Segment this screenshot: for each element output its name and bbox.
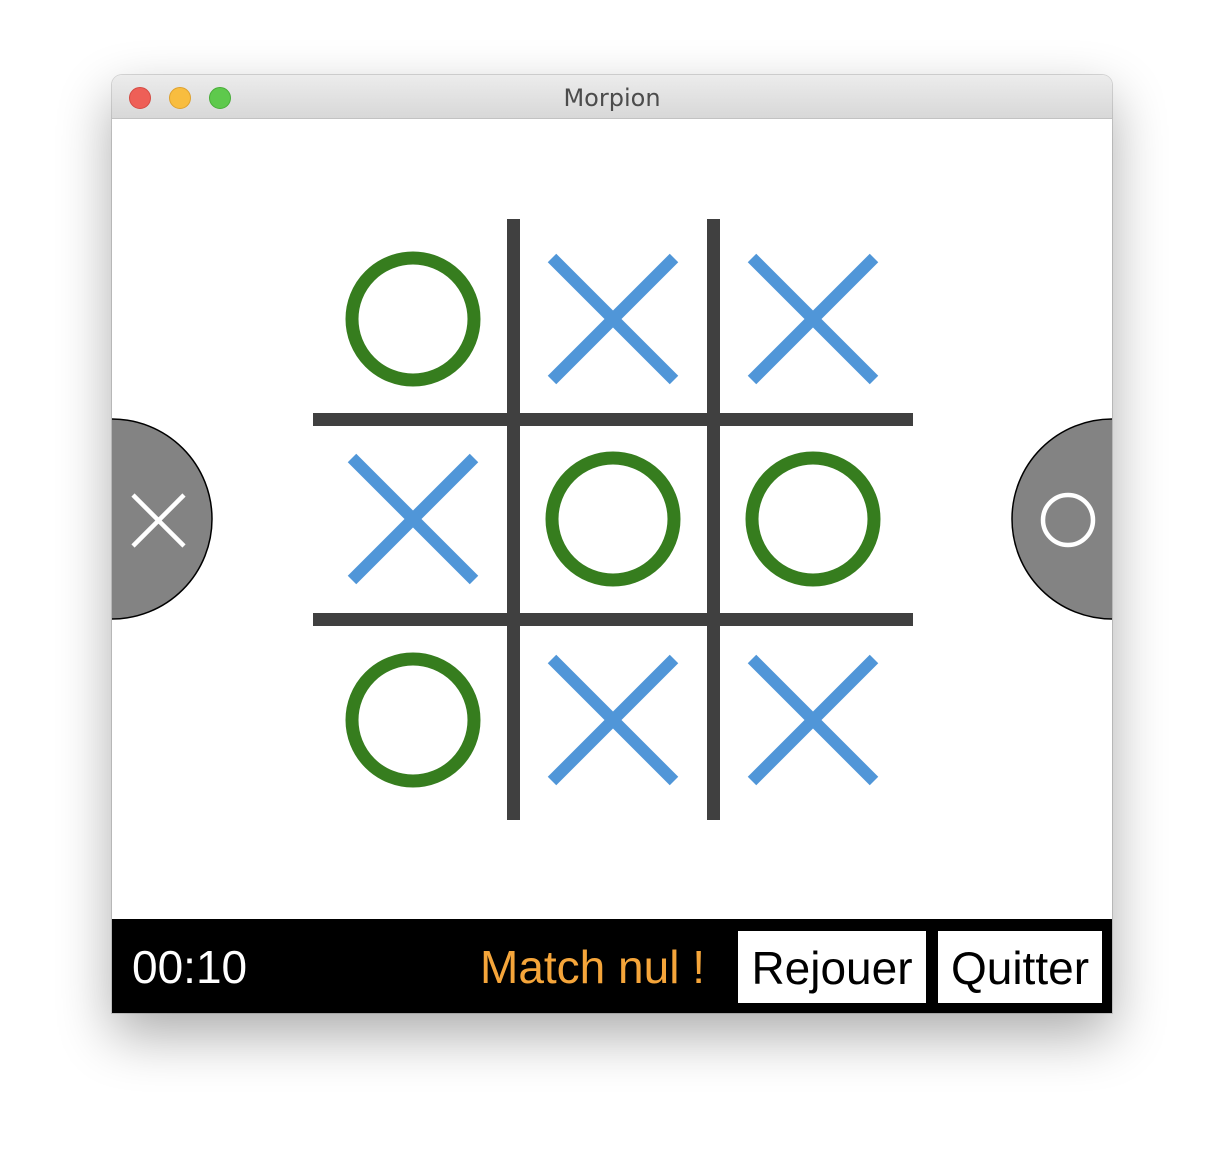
quit-button[interactable]: Quitter [938,931,1102,1003]
game-canvas [112,219,1112,820]
player-o-badge-disc [1011,418,1112,620]
window-title: Morpion [563,84,661,112]
game-status: Match nul ! [480,941,705,993]
game-area [112,119,1112,919]
grid-line-vertical-1 [507,219,520,820]
board-cells [345,251,881,788]
grid-line-horizontal-1 [313,413,913,426]
player-o-badge [1011,418,1112,620]
grid-line-horizontal-2 [313,613,913,626]
game-timer: 00:10 [132,941,248,993]
grid-line-vertical-2 [707,219,720,820]
player-x-badge [112,418,213,620]
replay-button[interactable]: Rejouer [738,931,926,1003]
app-window: Morpion 00:10 Match nul ! Rejouer Quitte… [112,75,1112,1013]
status-bar: 00:10 Match nul ! Rejouer Quitter [112,919,1112,1013]
title-bar: Morpion [112,75,1112,119]
